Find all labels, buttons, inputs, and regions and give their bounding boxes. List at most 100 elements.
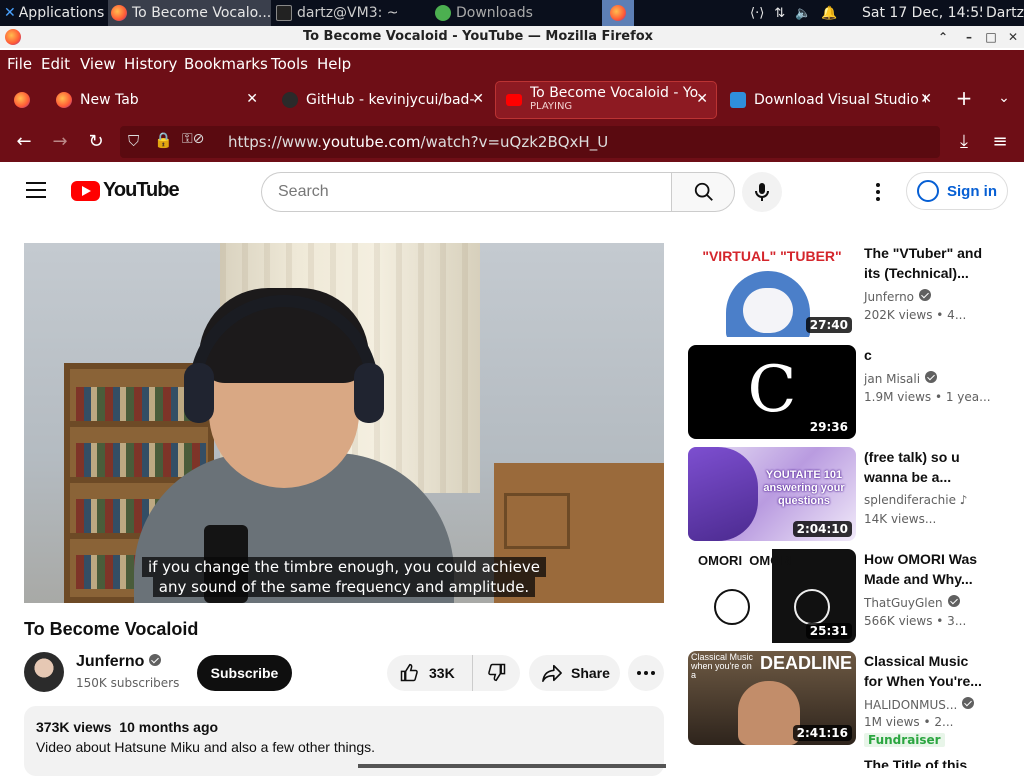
system-tray: ⟨·⟩ ⇅ 🔈 🔔 (750, 0, 850, 26)
recommendation-title[interactable]: c (864, 345, 984, 365)
reload-button[interactable]: ↻ (84, 130, 108, 154)
recommendation-thumbnail[interactable]: OMORI OMORI 25:31 (688, 549, 856, 643)
verified-icon (149, 654, 162, 666)
downloads-button[interactable]: ⤓ (952, 130, 976, 154)
recommendation-channel[interactable]: jan Misali (864, 371, 938, 386)
menu-view[interactable]: View (80, 55, 116, 73)
search-input[interactable] (261, 172, 672, 212)
menu-icon[interactable] (26, 182, 46, 198)
recommendation-item[interactable]: The Title of this (688, 755, 1008, 768)
menu-bookmarks[interactable]: Bookmarks (184, 55, 268, 73)
sign-in-button[interactable]: Sign in (906, 172, 1008, 210)
firefox-view-button[interactable] (4, 82, 42, 118)
permissions-icon[interactable]: ⚿⊘ (182, 131, 204, 147)
recommendation-channel[interactable]: Junferno (864, 289, 932, 304)
recommendation-item[interactable]: "VIRTUAL" "TUBER" 27:40 The "VTuber" and… (688, 243, 1008, 339)
recommendation-channel[interactable]: HALIDONMUS... (864, 697, 975, 712)
updown-icon[interactable]: ⇅ (774, 6, 785, 21)
url-bar[interactable]: ⛉ 🔒 ⚿⊘ https://www.youtube.com/watch?v=u… (120, 126, 940, 158)
app-menu-button[interactable]: ≡ (988, 130, 1012, 154)
share-button[interactable]: Share (529, 655, 620, 691)
recommendation-channel[interactable]: splendiferachie ♪ (864, 493, 967, 507)
user-menu[interactable]: Dartz (986, 0, 1024, 26)
close-window-button[interactable]: ✕ (1004, 28, 1022, 46)
page-scrollbar[interactable] (358, 764, 666, 768)
back-button[interactable]: ← (12, 130, 36, 154)
taskbar-window-terminal[interactable]: dartz@VM3: ~ (273, 0, 423, 26)
tab-youtube-active[interactable]: To Become Vocaloid - You PLAYING ✕ (496, 82, 716, 118)
menu-help[interactable]: Help (317, 55, 351, 73)
url-text: https://www.youtube.com/watch?v=uQzk2BQx… (228, 133, 609, 151)
recommendation-title[interactable]: How OMORI Was Made and Why... (864, 549, 984, 589)
bell-icon[interactable]: 🔔 (821, 6, 837, 21)
recommendation-item[interactable]: Classical Music when you're on a DEADLIN… (688, 651, 1008, 761)
video-player[interactable]: if you change the timbre enough, you cou… (24, 243, 664, 603)
taskbar-window-firefox[interactable]: To Become Vocalo... (108, 0, 271, 26)
minimize-button[interactable]: – (960, 28, 978, 46)
more-vert-icon[interactable] (866, 180, 890, 204)
dislike-button[interactable] (473, 662, 507, 685)
github-icon (282, 92, 298, 108)
recommendation-item[interactable]: OMORI OMORI 25:31 How OMORI Was Made and … (688, 549, 1008, 645)
taskbar-window-terminal-label: dartz@VM3: ~ (297, 5, 399, 21)
applications-menu[interactable]: ✕ Applications (2, 0, 106, 26)
maximize-button[interactable]: □ (982, 28, 1000, 46)
youtube-play-icon (71, 180, 100, 201)
tab-github[interactable]: GitHub - kevinjycui/bad-a ✕ (272, 82, 492, 118)
close-icon[interactable]: ✕ (920, 91, 932, 107)
youtube-logo[interactable]: YouTube (71, 179, 180, 202)
volume-icon[interactable]: 🔈 (795, 6, 811, 21)
taskbar-window-downloads[interactable]: Downloads (432, 0, 592, 26)
menu-tools[interactable]: Tools (271, 55, 308, 73)
shield-icon[interactable]: ⛉ (128, 132, 139, 150)
youtube-wordmark: YouTube (103, 179, 180, 201)
caption-line-1: if you change the timbre enough, you cou… (24, 557, 664, 577)
chevron-down-icon[interactable]: ⌄ (992, 86, 1016, 110)
taskbar-firefox-launcher[interactable] (602, 0, 634, 26)
like-button[interactable]: 33K (387, 655, 473, 691)
recommendation-item[interactable]: YOUTAITE 101 answering your questions 2:… (688, 447, 1008, 543)
firefox-icon (56, 92, 72, 108)
voice-search-button[interactable] (742, 172, 782, 212)
xfce-icon: ✕ (4, 5, 16, 21)
lock-icon[interactable]: 🔒 (154, 131, 173, 149)
network-icon[interactable]: ⟨·⟩ (750, 6, 764, 21)
share-label: Share (571, 665, 610, 681)
fundraiser-badge: Fundraiser (864, 733, 945, 747)
user-icon (917, 180, 939, 202)
tab-title: To Become Vocaloid - You (530, 86, 698, 100)
recommendation-thumbnail[interactable]: C 29:36 (688, 345, 856, 439)
clock[interactable]: Sat 17 Dec, 14:55 (862, 0, 982, 26)
new-tab-button[interactable]: + (952, 86, 976, 110)
recommendation-thumbnail[interactable]: Classical Music when you're on a DEADLIN… (688, 651, 856, 745)
tab-new-tab[interactable]: New Tab ✕ (46, 82, 266, 118)
recommendation-channel[interactable]: ThatGuyGlen (864, 595, 960, 610)
tab-title: Download Visual Studio C (754, 92, 926, 108)
os-taskbar: ✕ Applications To Become Vocalo... dartz… (0, 0, 1024, 26)
recommendation-title[interactable]: The Title of this (864, 755, 984, 768)
search-button[interactable] (671, 172, 735, 212)
chevron-up-icon[interactable]: ⌃ (934, 28, 952, 46)
recommendation-item[interactable]: C 29:36 c jan Misali 1.9M views • 1 yea.… (688, 345, 1008, 441)
close-icon[interactable]: ✕ (246, 91, 258, 107)
recommendation-title[interactable]: Classical Music for When You're... (864, 651, 984, 691)
channel-name[interactable]: Junferno (76, 653, 162, 671)
recommendation-title[interactable]: The "VTuber" and its (Technical)... (864, 243, 984, 283)
menu-file[interactable]: File (7, 55, 32, 73)
close-icon[interactable]: ✕ (696, 91, 708, 107)
video-title: To Become Vocaloid (24, 619, 199, 639)
tab-visual-studio[interactable]: Download Visual Studio C ✕ (720, 82, 940, 118)
menu-edit[interactable]: Edit (41, 55, 70, 73)
recommendation-thumbnail[interactable]: YOUTAITE 101 answering your questions 2:… (688, 447, 856, 541)
more-actions-button[interactable] (628, 655, 664, 691)
subscribe-button[interactable]: Subscribe (197, 655, 292, 691)
channel-avatar[interactable] (24, 652, 64, 692)
upload-age: 10 months ago (119, 719, 219, 735)
recommendation-thumbnail[interactable]: "VIRTUAL" "TUBER" 27:40 (688, 243, 856, 337)
recommendation-title[interactable]: (free talk) so u wanna be a... (864, 447, 984, 487)
applications-label: Applications (18, 5, 105, 21)
search-icon (694, 182, 713, 201)
menu-history[interactable]: History (124, 55, 177, 73)
close-icon[interactable]: ✕ (472, 91, 484, 107)
forward-button[interactable]: → (48, 130, 72, 154)
